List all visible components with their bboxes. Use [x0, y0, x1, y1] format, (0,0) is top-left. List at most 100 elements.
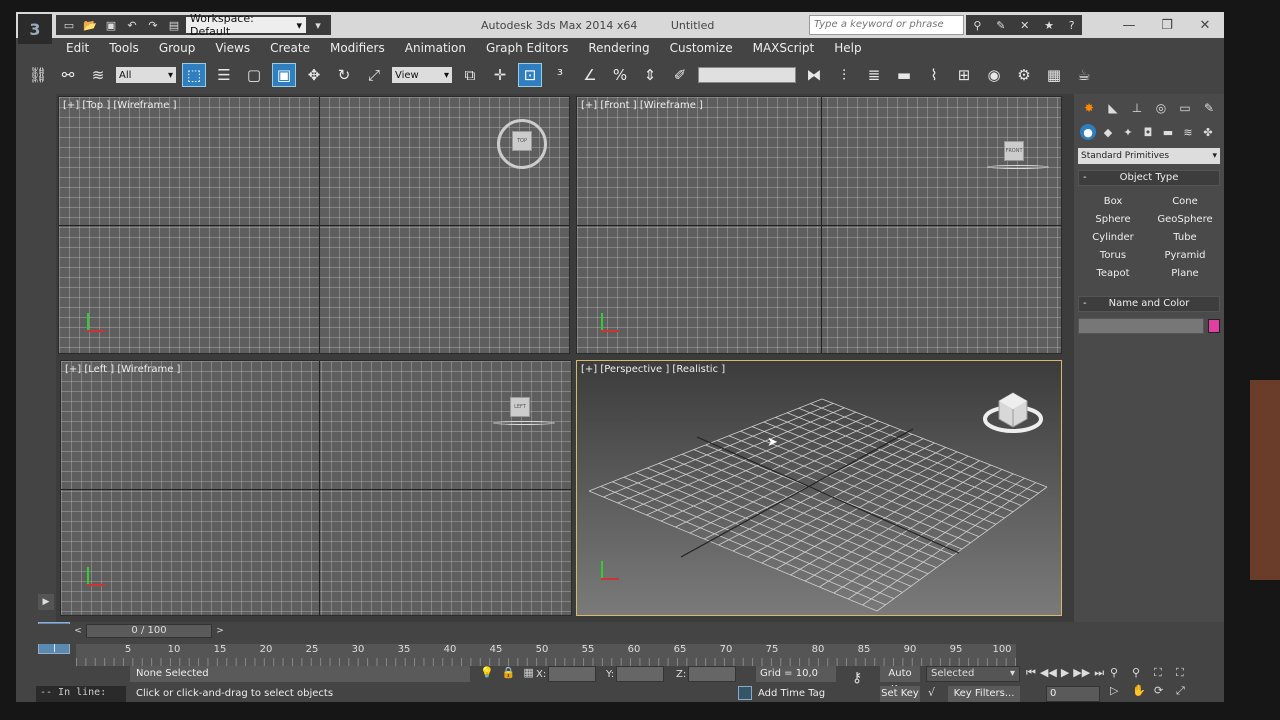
- scale-icon[interactable]: ⤢: [362, 63, 386, 87]
- minimize-icon[interactable]: —: [1110, 12, 1148, 38]
- save-file-icon[interactable]: ▣: [102, 17, 120, 33]
- viewcube[interactable]: [977, 383, 1047, 443]
- material-editor-icon[interactable]: ◉: [982, 63, 1006, 87]
- spacewarps-icon[interactable]: ≋: [1180, 124, 1196, 140]
- cone-button[interactable]: Cone: [1152, 194, 1218, 210]
- workspace-dropdown[interactable]: Workspace: Default ▾: [186, 12, 306, 38]
- teapot-button[interactable]: Teapot: [1080, 266, 1146, 282]
- menu-animation[interactable]: Animation: [395, 41, 476, 55]
- rendered-frame-window-icon[interactable]: ▦: [1042, 63, 1066, 87]
- reference-coord-dropdown[interactable]: View ▾: [392, 67, 452, 83]
- named-selection-input[interactable]: [698, 67, 796, 83]
- bind-spacewarp-icon[interactable]: ≋: [86, 63, 110, 87]
- app-logo-icon[interactable]: 3: [18, 14, 52, 44]
- cylinder-button[interactable]: Cylinder: [1080, 230, 1146, 246]
- go-to-start-icon[interactable]: ⏮: [1026, 666, 1036, 680]
- viewcube[interactable]: TOP: [495, 117, 547, 169]
- pan-icon[interactable]: ✋: [1132, 684, 1150, 698]
- maximize-icon[interactable]: ❐: [1148, 12, 1186, 38]
- next-frame-icon[interactable]: ▶▶: [1073, 666, 1090, 680]
- edit-named-selection-icon[interactable]: ✐: [668, 63, 692, 87]
- schematic-view-icon[interactable]: ⊞: [952, 63, 976, 87]
- viewport-top-label[interactable]: [+] [Top ] [Wireframe ]: [63, 100, 177, 111]
- key-filters-button[interactable]: Key Filters...: [948, 686, 1020, 702]
- spinner-snap-icon[interactable]: ⇕: [638, 63, 662, 87]
- orbit-icon[interactable]: ⟳: [1154, 684, 1172, 698]
- selection-filter-dropdown[interactable]: All ▾: [116, 67, 176, 83]
- z-coord-field[interactable]: [688, 666, 737, 682]
- absolute-mode-icon[interactable]: ▦: [523, 666, 533, 679]
- play-icon[interactable]: ▶: [1061, 666, 1069, 680]
- viewport-front[interactable]: [+] [Front ] [Wireframe ] FRONT: [576, 96, 1062, 354]
- object-type-rollout[interactable]: - Object Type: [1078, 170, 1220, 186]
- menu-rendering[interactable]: Rendering: [578, 41, 659, 55]
- previous-frame-icon[interactable]: ◀◀: [1040, 666, 1057, 680]
- lights-icon[interactable]: ✦: [1120, 124, 1136, 140]
- pivot-center-icon[interactable]: ⧉: [458, 63, 482, 87]
- utilities-tab-icon[interactable]: ✎: [1200, 100, 1218, 116]
- box-button[interactable]: Box: [1080, 194, 1146, 210]
- x-coord-field[interactable]: [548, 666, 597, 682]
- display-tab-icon[interactable]: ▭: [1176, 100, 1194, 116]
- primitive-category-dropdown[interactable]: Standard Primitives ▾: [1078, 148, 1220, 164]
- zoom-extents-all-icon[interactable]: ⛶: [1176, 666, 1194, 680]
- default-tangent-icon[interactable]: √: [928, 686, 935, 699]
- rotate-icon[interactable]: ↻: [332, 63, 356, 87]
- tools-icon[interactable]: ✎: [996, 19, 1005, 32]
- move-icon[interactable]: ✥: [302, 63, 326, 87]
- menu-customize[interactable]: Customize: [660, 41, 743, 55]
- open-file-icon[interactable]: 📂: [81, 17, 99, 33]
- geometry-icon[interactable]: ●: [1080, 124, 1096, 140]
- menu-tools[interactable]: Tools: [99, 41, 149, 55]
- systems-icon[interactable]: ✤: [1200, 124, 1216, 140]
- viewcube[interactable]: FRONT: [987, 127, 1049, 177]
- snap-toggle-icon[interactable]: ³: [548, 63, 572, 87]
- viewcube[interactable]: LEFT: [493, 383, 555, 433]
- motion-tab-icon[interactable]: ◎: [1152, 100, 1170, 116]
- helpers-icon[interactable]: ▬: [1160, 124, 1176, 140]
- zoom-icon[interactable]: ⚲: [1110, 666, 1128, 680]
- cameras-icon[interactable]: ◘: [1140, 124, 1156, 140]
- add-time-tag[interactable]: Add Time Tag: [738, 686, 825, 700]
- render-production-icon[interactable]: ☕: [1072, 63, 1096, 87]
- star-icon[interactable]: ★: [1044, 19, 1054, 32]
- help-icon[interactable]: ?: [1069, 19, 1075, 32]
- undo-icon[interactable]: ↶: [123, 17, 141, 33]
- torus-button[interactable]: Torus: [1080, 248, 1146, 264]
- maxscript-listener[interactable]: -- In line:: [36, 686, 126, 702]
- key-selection-dropdown[interactable]: Selected ▾: [926, 666, 1020, 682]
- modify-tab-icon[interactable]: ◣: [1104, 100, 1122, 116]
- time-slider[interactable]: 0 / 100: [86, 624, 212, 638]
- object-color-swatch[interactable]: [1208, 319, 1220, 333]
- select-manipulate-icon[interactable]: ✛: [488, 63, 512, 87]
- next-frame-arrow-icon[interactable]: >: [214, 624, 226, 638]
- auto-key-button[interactable]: Auto Key: [880, 666, 920, 695]
- render-setup-icon[interactable]: ⚙: [1012, 63, 1036, 87]
- go-to-end-icon[interactable]: ⏭: [1094, 666, 1104, 680]
- pyramid-button[interactable]: Pyramid: [1152, 248, 1218, 264]
- unlink-icon[interactable]: ⚯: [56, 63, 80, 87]
- menu-edit[interactable]: Edit: [56, 41, 99, 55]
- zoom-all-icon[interactable]: ⚲: [1132, 666, 1150, 680]
- field-of-view-icon[interactable]: ▷: [1110, 684, 1128, 698]
- viewport-top[interactable]: [+] [Top ] [Wireframe ] TOP: [58, 96, 570, 354]
- align-icon[interactable]: ⫶: [832, 63, 856, 87]
- object-name-field[interactable]: [1078, 318, 1204, 334]
- sphere-button[interactable]: Sphere: [1080, 212, 1146, 228]
- viewport-front-label[interactable]: [+] [Front ] [Wireframe ]: [581, 100, 703, 111]
- project-folder-icon[interactable]: ▤: [165, 17, 183, 33]
- link-icon[interactable]: ⛓: [26, 63, 50, 87]
- redo-icon[interactable]: ↷: [144, 17, 162, 33]
- new-file-icon[interactable]: ▭: [60, 17, 78, 33]
- select-by-name-icon[interactable]: ☰: [212, 63, 236, 87]
- curve-editor-icon[interactable]: ⌇: [922, 63, 946, 87]
- maximize-viewport-icon[interactable]: ⤢: [1176, 684, 1194, 698]
- viewport-left-label[interactable]: [+] [Left ] [Wireframe ]: [65, 364, 180, 375]
- current-frame-field[interactable]: 0: [1046, 686, 1100, 702]
- viewport-perspective[interactable]: [+] [Perspective ] [Realistic ] ➤: [576, 360, 1062, 616]
- lock-selection-icon[interactable]: 🔒: [502, 666, 516, 679]
- geosphere-button[interactable]: GeoSphere: [1152, 212, 1218, 228]
- select-object-icon[interactable]: ⬚: [182, 63, 206, 87]
- menu-help[interactable]: Help: [824, 41, 871, 55]
- rectangle-region-icon[interactable]: ▢: [242, 63, 266, 87]
